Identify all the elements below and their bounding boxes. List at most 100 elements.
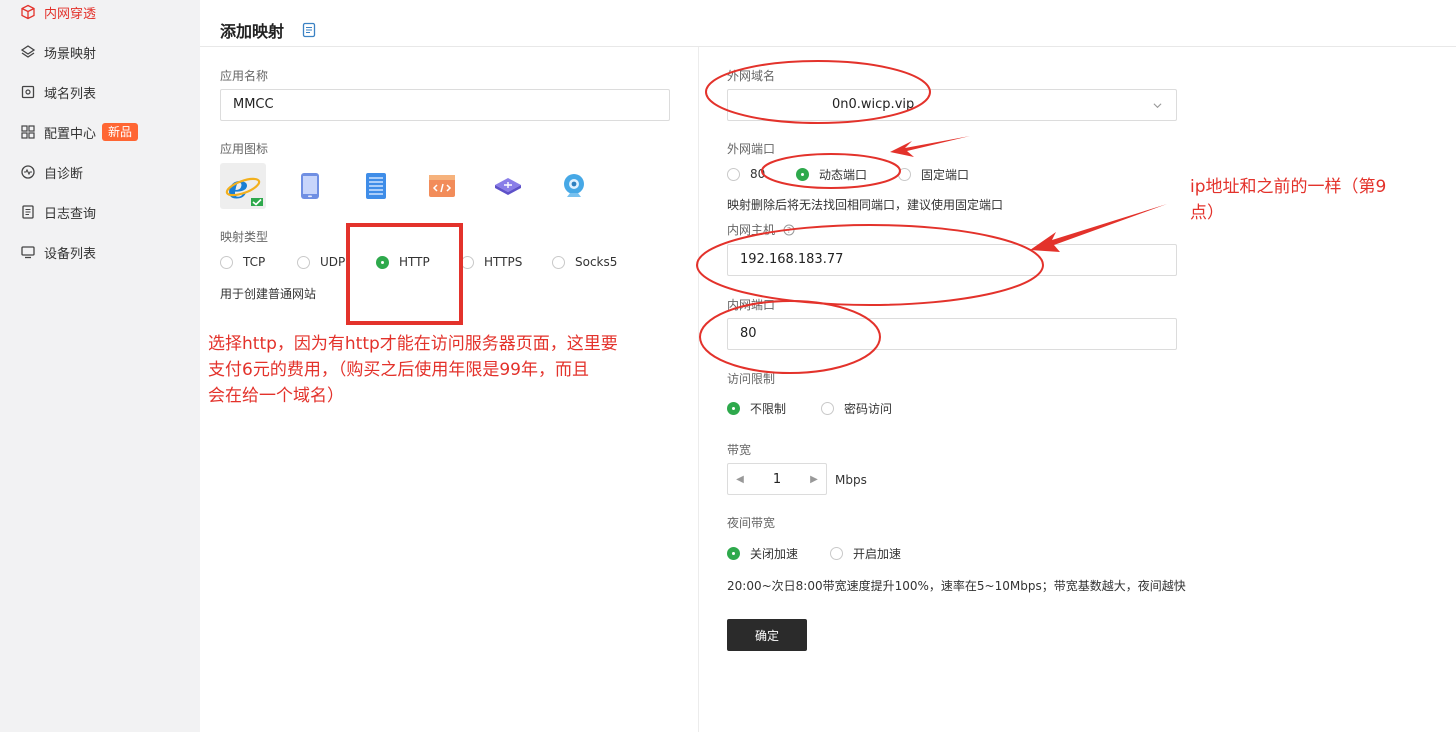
mapping-type-label: 映射类型 <box>220 230 269 244</box>
mapping-type-udp[interactable]: UDP <box>297 253 345 271</box>
access-option-unlimited[interactable]: 不限制 <box>727 399 786 417</box>
page-title: 添加映射 <box>220 22 285 41</box>
sidebar-item-log-query[interactable]: 日志查询 <box>20 200 96 224</box>
annotation-left-note: 选择http，因为有http才能在访问服务器页面，这里要 支付6元的费用，（购买… <box>208 331 698 409</box>
code-icon <box>429 175 455 197</box>
radio-dot <box>297 255 310 269</box>
domain-list-icon <box>20 84 36 100</box>
bandwidth-value[interactable]: 1 <box>752 472 802 487</box>
cube-icon <box>20 4 36 20</box>
radio-label: HTTPS <box>484 255 523 269</box>
domain-select[interactable]: 0n0.wicp.vip <box>727 89 1177 121</box>
app-icon-label: 应用图标 <box>220 142 269 156</box>
radio-label: 开启加速 <box>853 546 902 561</box>
night-label: 夜间带宽 <box>727 516 776 530</box>
mapping-type-http[interactable]: HTTP <box>376 253 430 271</box>
inner-port-input[interactable]: 80 <box>727 318 1177 350</box>
port-option-80[interactable]: 80 <box>727 165 765 183</box>
inner-port-label: 内网端口 <box>727 298 776 312</box>
page-root: 内网穿透 场景映射 域名列表 配置中心 新品 自诊断 日志查询 设备列表 添加映… <box>0 0 1456 732</box>
diagnose-icon <box>20 164 36 180</box>
radio-label: HTTP <box>399 255 430 269</box>
mapping-type-socks5[interactable]: Socks5 <box>552 253 617 271</box>
sidebar-item-self-diagnosis[interactable]: 自诊断 <box>20 160 83 184</box>
sidebar-item-scene-mapping[interactable]: 场景映射 <box>20 40 96 64</box>
bandwidth-unit: Mbps <box>835 473 867 487</box>
annotation-line: 点） <box>1190 203 1224 223</box>
night-option-on[interactable]: 开启加速 <box>830 544 901 562</box>
app-name-input[interactable]: MMCC <box>220 89 670 121</box>
radio-dot <box>830 546 843 560</box>
radio-label: 动态端口 <box>819 167 868 182</box>
sidebar-item-intranet-penetration[interactable]: 内网穿透 <box>20 0 96 24</box>
app-name-label: 应用名称 <box>220 69 269 83</box>
column-divider <box>698 47 699 732</box>
mapping-type-https[interactable]: HTTPS <box>461 253 522 271</box>
host-input[interactable]: 192.168.183.77 <box>727 244 1177 276</box>
sidebar-item-label: 内网穿透 <box>44 6 97 22</box>
server-icon <box>366 173 386 199</box>
radio-dot <box>376 255 389 269</box>
layers-icon <box>20 44 36 60</box>
header-divider <box>200 46 1456 47</box>
radio-dot <box>727 546 740 560</box>
app-icon-ie[interactable]: e <box>220 163 266 209</box>
annotation-line: 支付6元的费用，（购买之后使用年限是99年，而且 <box>208 360 589 380</box>
radio-dot <box>898 167 911 181</box>
monitor-icon <box>20 244 36 260</box>
sidebar-item-label: 场景映射 <box>44 46 97 62</box>
radio-dot <box>821 401 834 415</box>
radio-dot <box>220 255 233 269</box>
ie-browser-icon: e <box>225 168 263 206</box>
svg-text:?: ? <box>787 226 791 235</box>
radio-label: 密码访问 <box>844 401 893 416</box>
host-label-text: 内网主机 <box>727 223 776 237</box>
domain-value: 0n0.wicp.vip <box>832 97 915 112</box>
app-icon-server[interactable] <box>353 163 399 209</box>
port-hint: 映射删除后将无法找回相同端口，建议使用固定端口 <box>727 198 1004 212</box>
bandwidth-stepper: ◀ 1 ▶ <box>727 463 827 495</box>
document-icon[interactable] <box>302 22 316 38</box>
port-option-dynamic[interactable]: 动态端口 <box>796 165 867 183</box>
app-icon-code[interactable] <box>419 163 465 209</box>
radio-dot <box>796 167 809 181</box>
grid-icon <box>20 124 36 140</box>
sidebar-item-domain-list[interactable]: 域名列表 <box>20 80 96 104</box>
sidebar-item-device-list[interactable]: 设备列表 <box>20 240 96 264</box>
help-icon[interactable]: ? <box>783 224 795 236</box>
sidebar-item-label: 日志查询 <box>44 206 97 222</box>
access-option-password[interactable]: 密码访问 <box>821 399 892 417</box>
chevron-down-icon[interactable] <box>1153 101 1162 110</box>
radio-dot <box>727 401 740 415</box>
annotation-arrow-port <box>890 136 970 157</box>
radio-dot <box>552 255 565 269</box>
access-label: 访问限制 <box>727 372 776 386</box>
sidebar: 内网穿透 场景映射 域名列表 配置中心 新品 自诊断 日志查询 设备列表 <box>0 0 200 732</box>
radio-dot <box>727 167 740 181</box>
night-option-off[interactable]: 关闭加速 <box>727 544 798 562</box>
camera-icon <box>564 174 584 197</box>
annotation-line: ip地址和之前的一样（第9 <box>1190 177 1387 197</box>
increment-button[interactable]: ▶ <box>802 464 826 494</box>
radio-label: 80 <box>750 167 766 181</box>
sidebar-item-label: 配置中心 <box>44 126 97 142</box>
sidebar-item-config-center[interactable]: 配置中心 新品 <box>20 120 139 144</box>
sidebar-item-label: 域名列表 <box>44 86 97 102</box>
radio-dot <box>461 255 474 269</box>
app-icon-network[interactable] <box>485 163 531 209</box>
radio-label: Socks5 <box>575 255 618 269</box>
submit-button[interactable]: 确定 <box>727 619 807 651</box>
radio-label: 不限制 <box>750 401 787 416</box>
new-badge: 新品 <box>102 123 139 141</box>
app-icon-camera[interactable] <box>551 163 597 209</box>
port-option-fixed[interactable]: 固定端口 <box>898 165 969 183</box>
host-label: 内网主机 ? <box>727 221 795 238</box>
mapping-type-tcp[interactable]: TCP <box>220 253 265 271</box>
radio-label: TCP <box>243 255 266 269</box>
decrement-button[interactable]: ◀ <box>728 464 752 494</box>
app-icon-phone[interactable] <box>287 163 333 209</box>
bandwidth-label: 带宽 <box>727 443 752 457</box>
annotation-right-note: ip地址和之前的一样（第9 点） <box>1190 174 1440 226</box>
sidebar-item-label: 设备列表 <box>44 246 97 262</box>
network-icon <box>495 178 521 195</box>
